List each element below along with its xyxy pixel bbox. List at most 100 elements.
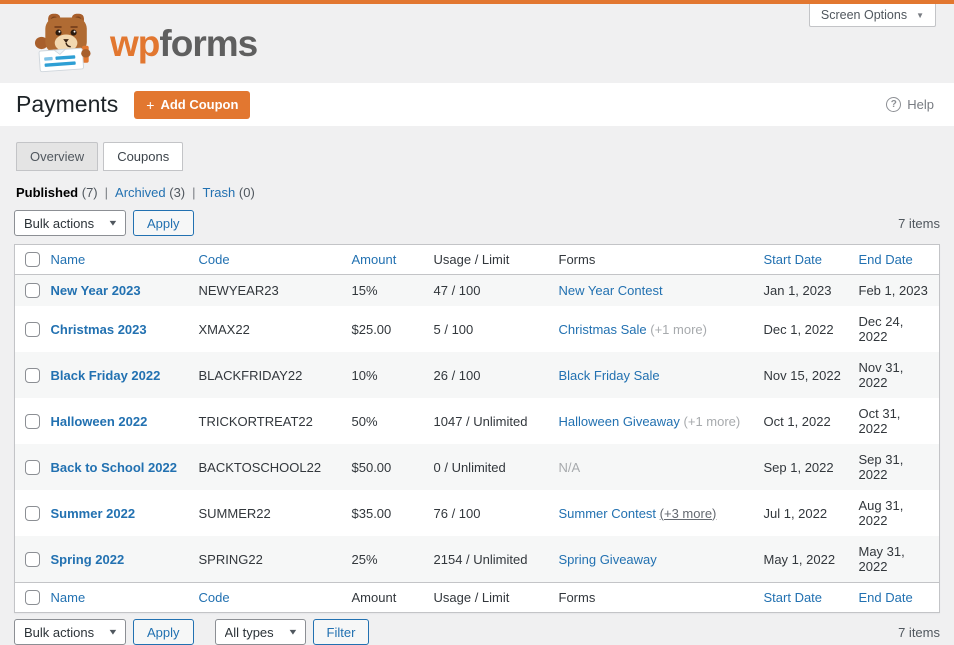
apply-button-bottom[interactable]: Apply: [133, 619, 194, 645]
coupon-code: SPRING22: [198, 551, 263, 567]
form-link[interactable]: New Year Contest: [559, 283, 663, 298]
coupon-amount: 25%: [351, 551, 378, 567]
column-footer-end-date[interactable]: End Date: [859, 590, 913, 605]
brand-wp: wp: [110, 23, 160, 64]
apply-button[interactable]: Apply: [133, 210, 194, 236]
coupon-name-link[interactable]: Summer 2022: [51, 506, 136, 521]
start-date: Nov 15, 2022: [763, 367, 841, 383]
brand-forms: forms: [159, 23, 258, 64]
table-header: Name Code Amount Usage / Limit Forms Sta…: [14, 244, 940, 275]
question-circle-icon: ?: [886, 97, 902, 112]
select-all-checkbox[interactable]: [25, 252, 40, 267]
coupon-code: TRICKORTREAT22: [198, 413, 313, 429]
form-not-available: N/A: [558, 459, 581, 475]
coupon-amount: 50%: [351, 413, 378, 429]
column-header-forms: Forms: [558, 244, 764, 275]
coupon-name-link[interactable]: Back to School 2022: [51, 460, 177, 475]
coupon-code: XMAX22: [198, 321, 250, 337]
start-date: Jul 1, 2022: [763, 505, 828, 521]
page-header: Payments + Add Coupon ? Help: [0, 83, 954, 126]
status-filter-links: Published (7) | Archived (3) | Trash (0): [16, 185, 940, 201]
end-date: Feb 1, 2023: [858, 283, 928, 298]
table-row: Halloween 2022 TRICKORTREAT22 50% 1047 /…: [15, 398, 940, 444]
column-footer-code[interactable]: Code: [199, 590, 230, 605]
usage-limit: 0 / Unlimited: [433, 459, 506, 475]
row-checkbox[interactable]: [25, 283, 40, 298]
row-checkbox[interactable]: [25, 505, 40, 521]
more-forms-label: (+1 more): [683, 413, 741, 429]
column-footer-amount: Amount: [351, 582, 434, 613]
end-date: May 31, 2022: [858, 544, 905, 574]
coupon-amount: 15%: [351, 283, 378, 298]
type-filter-select[interactable]: All types: [214, 619, 306, 645]
add-coupon-button[interactable]: + Add Coupon: [134, 90, 251, 119]
items-count: 7 items: [898, 215, 940, 231]
start-date: Oct 1, 2022: [763, 413, 831, 429]
plus-icon: +: [146, 96, 155, 113]
tab-overview[interactable]: Overview: [16, 142, 99, 171]
column-header-start-date[interactable]: Start Date: [764, 252, 823, 267]
screen-options-button[interactable]: Screen Options ▼: [808, 4, 936, 27]
end-date: Oct 31, 2022: [858, 406, 901, 436]
usage-limit: 76 / 100: [433, 505, 481, 521]
coupons-table: Name Code Amount Usage / Limit Forms Sta…: [14, 244, 940, 613]
coupon-code: BLACKFRIDAY22: [198, 367, 303, 383]
page-title: Payments: [16, 91, 119, 117]
column-header-amount[interactable]: Amount: [352, 252, 397, 267]
row-checkbox[interactable]: [25, 321, 40, 337]
end-date: Dec 24, 2022: [858, 314, 904, 344]
add-coupon-label: Add Coupon: [160, 97, 239, 112]
table-row: Christmas 2023 XMAX22 $25.00 5 / 100 Chr…: [15, 306, 940, 352]
column-header-usage: Usage / Limit: [433, 244, 559, 275]
items-count-bottom: 7 items: [898, 624, 940, 640]
select-all-checkbox[interactable]: [25, 590, 40, 605]
coupon-name-link[interactable]: Christmas 2023: [51, 322, 147, 337]
filter-archived[interactable]: Archived (3): [115, 185, 185, 200]
filter-published[interactable]: Published (7): [16, 185, 98, 200]
start-date: Dec 1, 2022: [763, 321, 834, 337]
form-link[interactable]: Spring Giveaway: [559, 552, 657, 567]
row-checkbox[interactable]: [25, 413, 40, 429]
tab-coupons[interactable]: Coupons: [103, 142, 184, 171]
tab-bar: Overview Coupons: [16, 142, 940, 171]
row-checkbox[interactable]: [25, 367, 40, 383]
screen-options-label: Screen Options: [820, 8, 908, 22]
help-label: Help: [907, 97, 934, 112]
column-footer-forms: Forms: [558, 582, 764, 613]
column-footer-name[interactable]: Name: [51, 590, 86, 605]
coupon-name-link[interactable]: Black Friday 2022: [51, 368, 161, 383]
brand-wordmark: wpforms: [110, 23, 258, 64]
column-footer-start-date[interactable]: Start Date: [764, 590, 823, 605]
end-date: Aug 31, 2022: [858, 498, 904, 528]
coupon-name-link[interactable]: New Year 2023: [51, 283, 141, 298]
bulk-actions-select[interactable]: Bulk actions: [14, 210, 126, 236]
more-forms-link[interactable]: (+3 more): [660, 506, 717, 521]
column-header-name[interactable]: Name: [51, 252, 86, 267]
coupon-code: BACKTOSCHOOL22: [198, 459, 322, 475]
bottom-toolbar: Bulk actions ▼ Apply All types ▼ Filter …: [14, 619, 940, 645]
form-link[interactable]: Halloween Giveaway: [559, 414, 680, 429]
usage-limit: 2154 / Unlimited: [433, 551, 528, 567]
usage-limit: 47 / 100: [433, 283, 481, 298]
wpforms-bear-logo-icon: [34, 11, 100, 76]
column-header-code[interactable]: Code: [199, 252, 230, 267]
usage-limit: 26 / 100: [433, 367, 481, 383]
form-link[interactable]: Summer Contest: [559, 506, 657, 521]
filter-button[interactable]: Filter: [312, 619, 370, 645]
coupon-amount: 10%: [351, 367, 378, 383]
filter-trash[interactable]: Trash (0): [203, 185, 255, 200]
form-link[interactable]: Christmas Sale: [559, 322, 647, 337]
column-header-end-date[interactable]: End Date: [859, 252, 913, 267]
usage-limit: 5 / 100: [433, 321, 474, 337]
separator: |: [192, 185, 196, 200]
table-row: Back to School 2022 BACKTOSCHOOL22 $50.0…: [14, 444, 940, 490]
bulk-actions-select-bottom[interactable]: Bulk actions: [14, 619, 126, 645]
row-checkbox[interactable]: [25, 551, 40, 567]
table-footer: Name Code Amount Usage / Limit Forms Sta…: [14, 582, 940, 613]
coupon-name-link[interactable]: Halloween 2022: [51, 414, 148, 429]
coupon-name-link[interactable]: Spring 2022: [51, 552, 125, 567]
top-toolbar: Bulk actions ▼ Apply 7 items: [14, 210, 940, 236]
row-checkbox[interactable]: [25, 459, 40, 475]
help-link[interactable]: ? Help: [886, 97, 934, 112]
form-link[interactable]: Black Friday Sale: [559, 368, 660, 383]
